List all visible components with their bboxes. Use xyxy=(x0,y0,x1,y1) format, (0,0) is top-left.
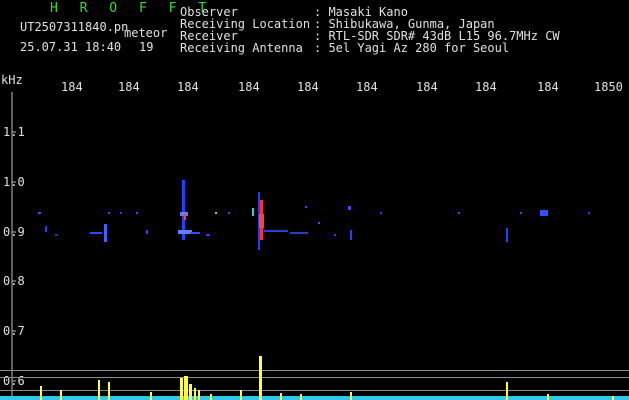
guide-lines xyxy=(0,370,629,391)
signal-traces xyxy=(38,180,590,250)
spectrogram-canvas xyxy=(0,92,629,400)
axis-ticks xyxy=(11,92,16,400)
